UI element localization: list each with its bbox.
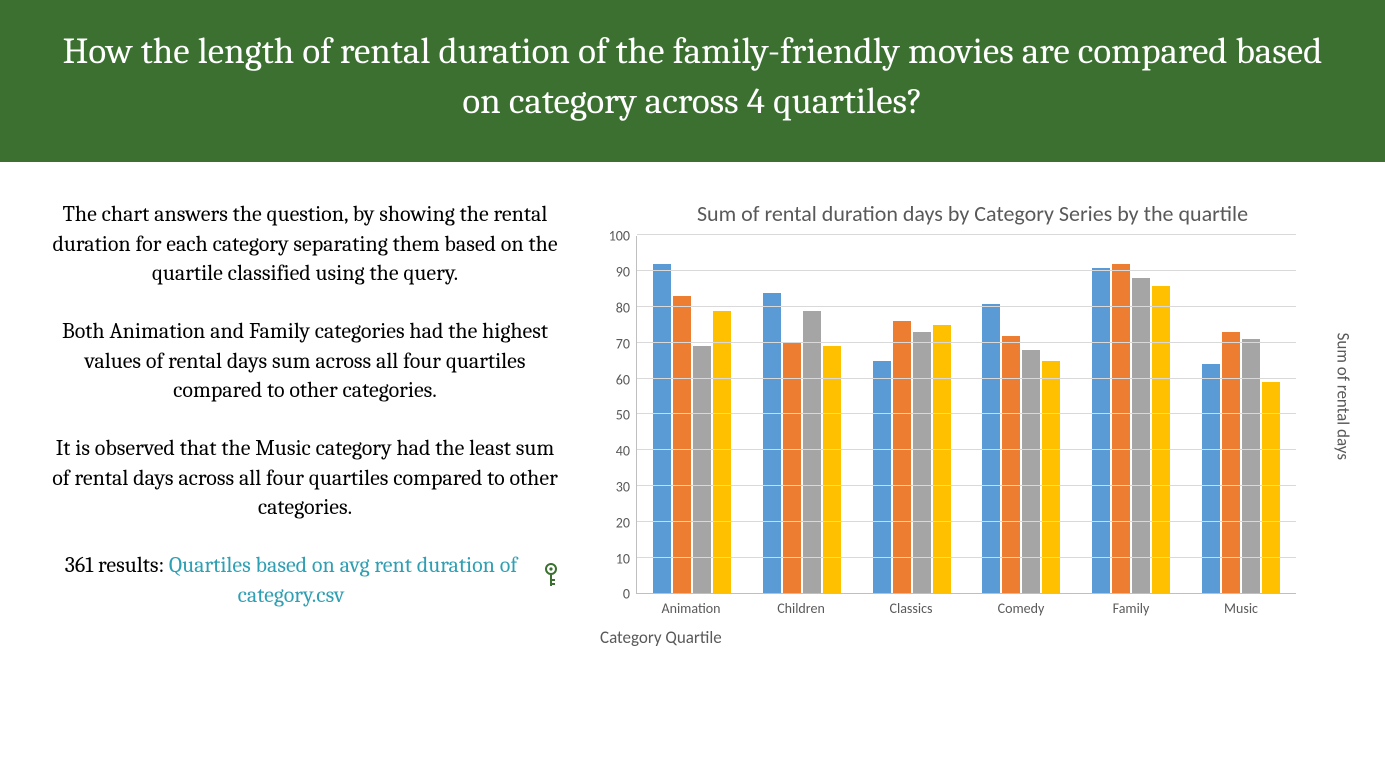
chart-gridline <box>637 270 1296 271</box>
chart-bar <box>1002 336 1020 594</box>
chart-bar <box>1222 332 1240 593</box>
chart-bar <box>1092 268 1110 594</box>
description-para-2: Both Animation and Family categories had… <box>50 317 560 406</box>
description-para-3: It is observed that the Music category h… <box>50 434 560 523</box>
chart-gridline <box>637 342 1296 343</box>
chart-y-tick: 50 <box>616 407 630 424</box>
chart-gridline <box>637 413 1296 414</box>
chart-bar-group <box>747 236 857 593</box>
chart-bar-group <box>1076 236 1186 593</box>
description-column: The chart answers the question, by showi… <box>40 200 570 649</box>
chart-bar-group <box>857 236 967 593</box>
chart-bar-group <box>637 236 747 593</box>
results-file-link[interactable]: Quartiles based on avg rent duration of … <box>169 552 517 608</box>
chart-y-axis-title: Sum of rental days <box>1332 332 1353 459</box>
chart-gridline <box>637 378 1296 379</box>
chart-x-tick-label: Children <box>746 594 856 617</box>
chart-y-tick: 70 <box>616 335 630 352</box>
content-row: The chart answers the question, by showi… <box>0 162 1385 649</box>
chart-bar <box>933 325 951 594</box>
chart-bars <box>637 236 1296 593</box>
chart-bar <box>1112 264 1130 593</box>
chart-x-tick-label: Classics <box>856 594 966 617</box>
chart-bar <box>913 332 931 593</box>
chart-x-tick-label: Family <box>1076 594 1186 617</box>
chart-x-tick-label: Comedy <box>966 594 1076 617</box>
results-row: 361 results: Quartiles based on avg rent… <box>50 551 560 610</box>
chart-y-tick: 90 <box>616 264 630 281</box>
chart-title: Sum of rental duration days by Category … <box>600 200 1345 229</box>
chart-bar <box>653 264 671 593</box>
chart-bar <box>713 311 731 594</box>
page-title: How the length of rental duration of the… <box>0 0 1385 162</box>
chart-bar <box>873 361 891 594</box>
chart-y-tick: 0 <box>623 586 630 603</box>
chart-bar <box>893 321 911 593</box>
chart-y-tick: 60 <box>616 371 630 388</box>
description-para-1: The chart answers the question, by showi… <box>50 200 560 289</box>
chart-y-tick: 10 <box>616 550 630 567</box>
key-icon <box>542 563 560 598</box>
chart-y-tick: 30 <box>616 479 630 496</box>
chart-gridline <box>637 557 1296 558</box>
chart-x-labels: AnimationChildrenClassicsComedyFamilyMus… <box>636 594 1296 617</box>
chart-gridline <box>637 449 1296 450</box>
chart-bar <box>803 311 821 594</box>
chart-x-tick-label: Animation <box>636 594 746 617</box>
chart-y-tick: 40 <box>616 443 630 460</box>
chart-bar <box>1132 278 1150 593</box>
chart-gridline <box>637 521 1296 522</box>
chart-plot-area <box>636 236 1296 594</box>
chart-bar-group <box>966 236 1076 593</box>
chart-gridline <box>637 306 1296 307</box>
chart-y-tick: 100 <box>609 228 630 245</box>
chart-y-axis: 0102030405060708090100 <box>600 236 636 594</box>
chart-gridline <box>637 234 1296 235</box>
chart-y-tick: 80 <box>616 300 630 317</box>
results-count-text: 361 results: <box>65 552 169 578</box>
chart-bar <box>763 293 781 594</box>
chart-gridline <box>637 485 1296 486</box>
chart-x-axis-title: Category Quartile <box>600 627 1345 648</box>
chart-column: Sum of rental duration days by Category … <box>600 200 1345 649</box>
chart-x-tick-label: Music <box>1186 594 1296 617</box>
chart-bar <box>1042 361 1060 594</box>
chart-bar <box>1152 286 1170 594</box>
chart-bar-group <box>1186 236 1296 593</box>
chart-bar <box>1202 364 1220 593</box>
chart-plot-wrap: 0102030405060708090100 <box>600 236 1345 594</box>
chart-y-tick: 20 <box>616 514 630 531</box>
